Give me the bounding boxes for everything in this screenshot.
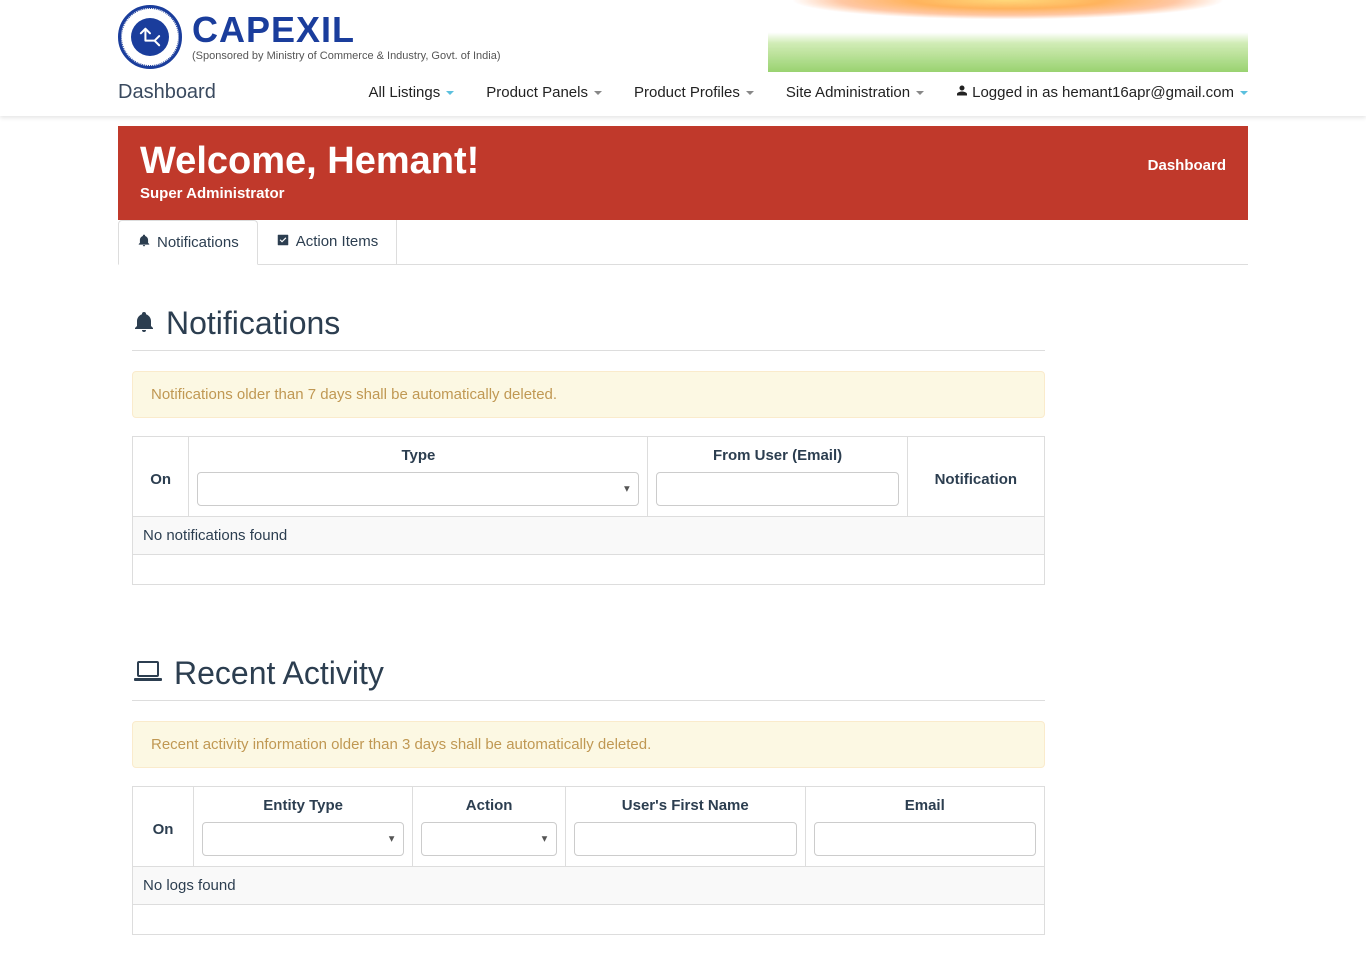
table-row: No notifications found bbox=[133, 516, 1045, 554]
header: CAPEXIL (Sponsored by Ministry of Commer… bbox=[0, 0, 1366, 116]
empty-footer-cell bbox=[133, 904, 1045, 934]
section-header: Recent Activity bbox=[132, 655, 1045, 701]
bell-icon bbox=[137, 233, 151, 252]
user-icon bbox=[956, 84, 968, 101]
section-title: Recent Activity bbox=[174, 655, 384, 692]
notifications-table: On Type From User (Email) Notification bbox=[132, 436, 1045, 585]
tab-label: Action Items bbox=[296, 233, 379, 250]
bell-icon bbox=[132, 309, 156, 338]
welcome-title: Welcome, Hemant! bbox=[140, 141, 479, 183]
nav-menu: All Listings Product Panels Product Prof… bbox=[369, 84, 1248, 101]
table-row bbox=[133, 554, 1045, 584]
nav-item-label: Product Panels bbox=[486, 84, 588, 101]
brand-text: CAPEXIL (Sponsored by Ministry of Commer… bbox=[192, 12, 501, 62]
laptop-icon bbox=[132, 660, 164, 687]
empty-logs-cell: No logs found bbox=[133, 866, 1045, 904]
main-container: Welcome, Hemant! Super Administrator Das… bbox=[118, 116, 1248, 975]
from-user-filter-input[interactable] bbox=[656, 472, 898, 506]
nav-item-label: Product Profiles bbox=[634, 84, 740, 101]
recent-activity-section: Recent Activity Recent activity informat… bbox=[132, 655, 1045, 935]
nav-product-panels[interactable]: Product Panels bbox=[486, 84, 602, 101]
brand-title: CAPEXIL bbox=[192, 12, 501, 48]
chevron-down-icon bbox=[446, 91, 454, 95]
tabs: Notifications Action Items bbox=[118, 220, 1248, 265]
column-header-on: On bbox=[133, 436, 189, 516]
tab-notifications[interactable]: Notifications bbox=[118, 220, 258, 265]
chevron-down-icon bbox=[916, 91, 924, 95]
brand-subtitle: (Sponsored by Ministry of Commerce & Ind… bbox=[192, 50, 501, 62]
header-decorative-banner bbox=[768, 0, 1248, 72]
user-first-name-filter-input[interactable] bbox=[574, 822, 796, 856]
welcome-banner: Welcome, Hemant! Super Administrator Das… bbox=[118, 126, 1248, 220]
nav-all-listings[interactable]: All Listings bbox=[369, 84, 455, 101]
table-row: No logs found bbox=[133, 866, 1045, 904]
column-header-action: Action bbox=[413, 786, 566, 866]
type-filter-select[interactable] bbox=[197, 472, 639, 506]
notifications-section: Notifications Notifications older than 7… bbox=[132, 305, 1045, 585]
section-title: Notifications bbox=[166, 305, 340, 342]
nav-logged-in-user: hemant16apr@gmail.com bbox=[1062, 84, 1234, 101]
nav-dashboard-link[interactable]: Dashboard bbox=[118, 81, 216, 104]
chevron-down-icon bbox=[1240, 91, 1248, 95]
column-header-from-user: From User (Email) bbox=[648, 436, 907, 516]
column-header-user-first-name: User's First Name bbox=[566, 786, 805, 866]
empty-footer-cell bbox=[133, 554, 1045, 584]
column-header-entity-type: Entity Type bbox=[194, 786, 413, 866]
chevron-down-icon bbox=[746, 91, 754, 95]
notifications-alert: Notifications older than 7 days shall be… bbox=[132, 371, 1045, 418]
check-icon bbox=[276, 233, 290, 251]
nav-site-administration[interactable]: Site Administration bbox=[786, 84, 924, 101]
table-row bbox=[133, 904, 1045, 934]
nav-product-profiles[interactable]: Product Profiles bbox=[634, 84, 754, 101]
empty-notifications-cell: No notifications found bbox=[133, 516, 1045, 554]
entity-type-filter-select[interactable] bbox=[202, 822, 404, 856]
action-filter-select[interactable] bbox=[421, 822, 557, 856]
recent-activity-alert: Recent activity information older than 3… bbox=[132, 721, 1045, 768]
chevron-down-icon bbox=[594, 91, 602, 95]
header-top: CAPEXIL (Sponsored by Ministry of Commer… bbox=[118, 0, 1248, 69]
email-filter-input[interactable] bbox=[814, 822, 1037, 856]
nav-logged-in-prefix: Logged in as bbox=[972, 84, 1058, 101]
nav-item-label: Site Administration bbox=[786, 84, 910, 101]
brand-logo-inner bbox=[131, 18, 169, 56]
column-header-on: On bbox=[133, 786, 194, 866]
column-header-type: Type bbox=[189, 436, 648, 516]
nav-item-label: All Listings bbox=[369, 84, 441, 101]
welcome-role: Super Administrator bbox=[140, 185, 479, 202]
breadcrumb: Dashboard bbox=[1148, 157, 1226, 174]
brand-logo bbox=[118, 5, 182, 69]
section-header: Notifications bbox=[132, 305, 1045, 351]
column-header-notification: Notification bbox=[907, 436, 1044, 516]
column-header-email: Email bbox=[805, 786, 1045, 866]
nav-bar: Dashboard All Listings Product Panels Pr… bbox=[118, 69, 1248, 116]
tab-label: Notifications bbox=[157, 234, 239, 251]
tab-action-items[interactable]: Action Items bbox=[258, 220, 398, 264]
welcome-left: Welcome, Hemant! Super Administrator bbox=[140, 141, 479, 202]
recent-activity-table: On Entity Type Action bbox=[132, 786, 1045, 935]
nav-user-menu[interactable]: Logged in as hemant16apr@gmail.com bbox=[956, 84, 1248, 101]
